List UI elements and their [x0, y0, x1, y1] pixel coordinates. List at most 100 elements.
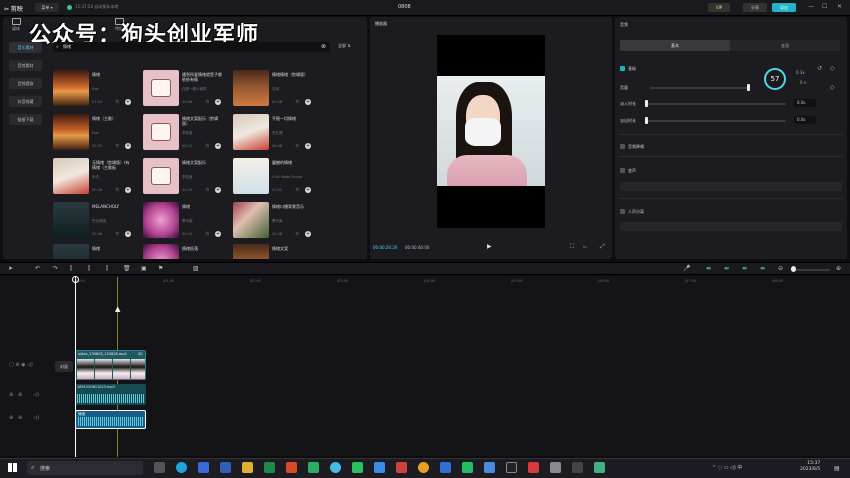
app-icon-7[interactable]	[484, 462, 495, 473]
menu-button[interactable]: 菜单 ▾	[35, 3, 59, 12]
maximize-icon[interactable]: ☐	[822, 3, 827, 10]
clock[interactable]: 15:37 2023/8/5	[800, 461, 820, 473]
music-card[interactable]: 情绪文案配乐（剪辑版） 李若音 00:22 ☆ +	[143, 114, 223, 154]
play-icon[interactable]: ▶	[487, 243, 492, 250]
volume-knob[interactable]	[747, 84, 750, 91]
music-card[interactable]: 情绪低落 ☆ +	[143, 244, 223, 259]
mic-icon[interactable]: 🎤	[683, 265, 690, 272]
fadeout-knob[interactable]	[645, 117, 648, 124]
zoom-knob[interactable]	[791, 266, 796, 272]
add-icon[interactable]: +	[305, 99, 311, 105]
favorite-icon[interactable]: ☆	[115, 231, 119, 237]
audio-clip-extracted[interactable]: 1691220811023.mp3	[75, 384, 146, 405]
main-track-icon[interactable]: ⇹	[760, 265, 765, 272]
player-icon[interactable]	[308, 462, 319, 473]
music-card[interactable]: 情绪（主歌） Eve 00:33 ☆ +	[53, 114, 133, 154]
add-icon[interactable]: +	[215, 231, 221, 237]
notification-icon[interactable]: ▤	[834, 465, 840, 472]
audio-track-controls[interactable]: ⊕ ⊕ ◁)	[9, 392, 39, 398]
crop-icon[interactable]: ⛶	[570, 243, 574, 251]
minimize-icon[interactable]: —	[808, 3, 814, 10]
ratio-icon[interactable]: ▭	[583, 244, 587, 249]
app-icon-8[interactable]	[528, 462, 539, 473]
fadein-input[interactable]: 0.0s	[794, 99, 816, 107]
folder-icon[interactable]	[242, 462, 253, 473]
add-icon[interactable]: +	[125, 143, 131, 149]
word-icon[interactable]	[220, 462, 231, 473]
delete-icon[interactable]: 🗑	[123, 265, 131, 272]
video-clip[interactable]: video_230805_153828.mp4 00	[75, 350, 146, 380]
sidebar-item-music[interactable]: 音乐素材	[9, 42, 42, 53]
add-icon[interactable]: +	[305, 143, 311, 149]
app-icon-9[interactable]	[550, 462, 561, 473]
favorite-icon[interactable]: ☆	[295, 231, 299, 237]
app-icon-3[interactable]	[374, 462, 385, 473]
app-icon-5[interactable]	[440, 462, 451, 473]
app-icon-2[interactable]	[330, 462, 341, 473]
favorite-icon[interactable]: ☆	[295, 187, 299, 193]
music-card[interactable]: 情绪文案配乐 李若音 00:29 ☆ +	[143, 158, 223, 198]
sidebar-item-link[interactable]: 链接下载	[9, 114, 42, 125]
reset-icon[interactable]: ↺	[817, 65, 822, 72]
music-card[interactable]: 情绪 萧可南 00:15 ☆ +	[143, 202, 223, 242]
sidebar-item-extract[interactable]: 音频提取	[9, 78, 42, 89]
app-icon[interactable]	[198, 462, 209, 473]
clear-search-icon[interactable]: ⊗	[321, 43, 326, 50]
tray-icons[interactable]: ⌃ ◌ ▭ ◁) 中	[712, 464, 742, 471]
app-icon-10[interactable]	[572, 462, 583, 473]
track-lock-icon[interactable]: ▢ ⊕ ◉ ◁)	[9, 362, 33, 368]
music-card[interactable]: 情绪 Eve 01:10 ☆ +	[53, 70, 133, 110]
favorite-icon[interactable]: ☆	[115, 187, 119, 193]
edge-icon[interactable]	[176, 462, 187, 473]
link-icon[interactable]: ⇹	[706, 265, 711, 272]
snap-icon[interactable]: ⇹	[724, 265, 729, 272]
voice-change-checkbox[interactable]	[620, 168, 625, 173]
playhead[interactable]	[75, 277, 76, 457]
undo-icon[interactable]: ↶	[35, 265, 40, 272]
fadein-slider[interactable]	[646, 103, 786, 105]
keyframe-icon[interactable]: ◇	[830, 65, 835, 72]
volume-keyframe-icon[interactable]: ◇	[830, 84, 835, 91]
favorite-icon[interactable]: ☆	[115, 143, 119, 149]
favorite-icon[interactable]: ☆	[295, 99, 299, 105]
chrome-icon[interactable]	[418, 462, 429, 473]
zoom-out-icon[interactable]: ⊖	[778, 265, 783, 272]
freeze-icon[interactable]: ▣	[141, 265, 147, 272]
share-button[interactable]: 分享	[743, 3, 767, 12]
music-card[interactable]: 震撼的情绪 Chill Mode Sound 01:02 ☆ +	[233, 158, 313, 198]
app-icon-4[interactable]	[396, 462, 407, 473]
music-card[interactable]: 情绪口播背景音乐 萧可南 02:38 ☆ +	[233, 202, 313, 242]
windows-start-icon[interactable]	[8, 463, 17, 472]
split-left-icon[interactable]: ⫿	[88, 265, 90, 273]
crop-tool-icon[interactable]: ▨	[193, 265, 199, 272]
vocal-separate-checkbox[interactable]	[620, 209, 625, 214]
filter-button[interactable]: 全部 ⇅	[338, 43, 351, 49]
timeline-ruler[interactable]: 00:00 |01:00 |02:00 |03:00 |04:00 |05:00…	[75, 277, 850, 285]
add-icon[interactable]: +	[305, 187, 311, 193]
tab-basic[interactable]: 基本	[620, 40, 730, 51]
vip-button[interactable]: VIP	[708, 3, 730, 12]
playhead-handle[interactable]	[72, 276, 79, 283]
add-icon[interactable]: +	[125, 231, 131, 237]
search-input[interactable]	[53, 42, 330, 52]
marker-icon[interactable]: ⚑	[158, 265, 163, 272]
app-icon-6[interactable]	[462, 462, 473, 473]
add-icon[interactable]: +	[305, 231, 311, 237]
music-card[interactable]: 遇到所爱情绪就是子都依依有情 在那一箭小钢琴 00:46 ☆ +	[143, 70, 223, 110]
fadein-knob[interactable]	[645, 100, 648, 107]
volume-slider[interactable]	[650, 87, 750, 89]
zoom-slider[interactable]	[790, 269, 830, 271]
vocal-separate-select[interactable]	[620, 222, 842, 231]
add-icon[interactable]: +	[125, 99, 131, 105]
favorite-icon[interactable]: ☆	[205, 143, 209, 149]
excel-icon[interactable]	[264, 462, 275, 473]
music-card[interactable]: 情绪情绪（剪辑版） 左耳 00:28 ☆ +	[233, 70, 313, 110]
voice-change-select[interactable]	[620, 182, 842, 191]
music-card[interactable]: 情绪文案 ☆ +	[233, 244, 313, 259]
music-card[interactable]: 无情绪（剪辑版）(有情绪（主歌板 乔杰 00:26 ☆ +	[53, 158, 133, 198]
preview-axis-icon[interactable]: ⇹	[742, 265, 747, 272]
add-icon[interactable]: +	[215, 143, 221, 149]
vue-icon[interactable]	[594, 462, 605, 473]
split-right-icon[interactable]: ⫿	[106, 265, 108, 273]
favorite-icon[interactable]: ☆	[205, 187, 209, 193]
